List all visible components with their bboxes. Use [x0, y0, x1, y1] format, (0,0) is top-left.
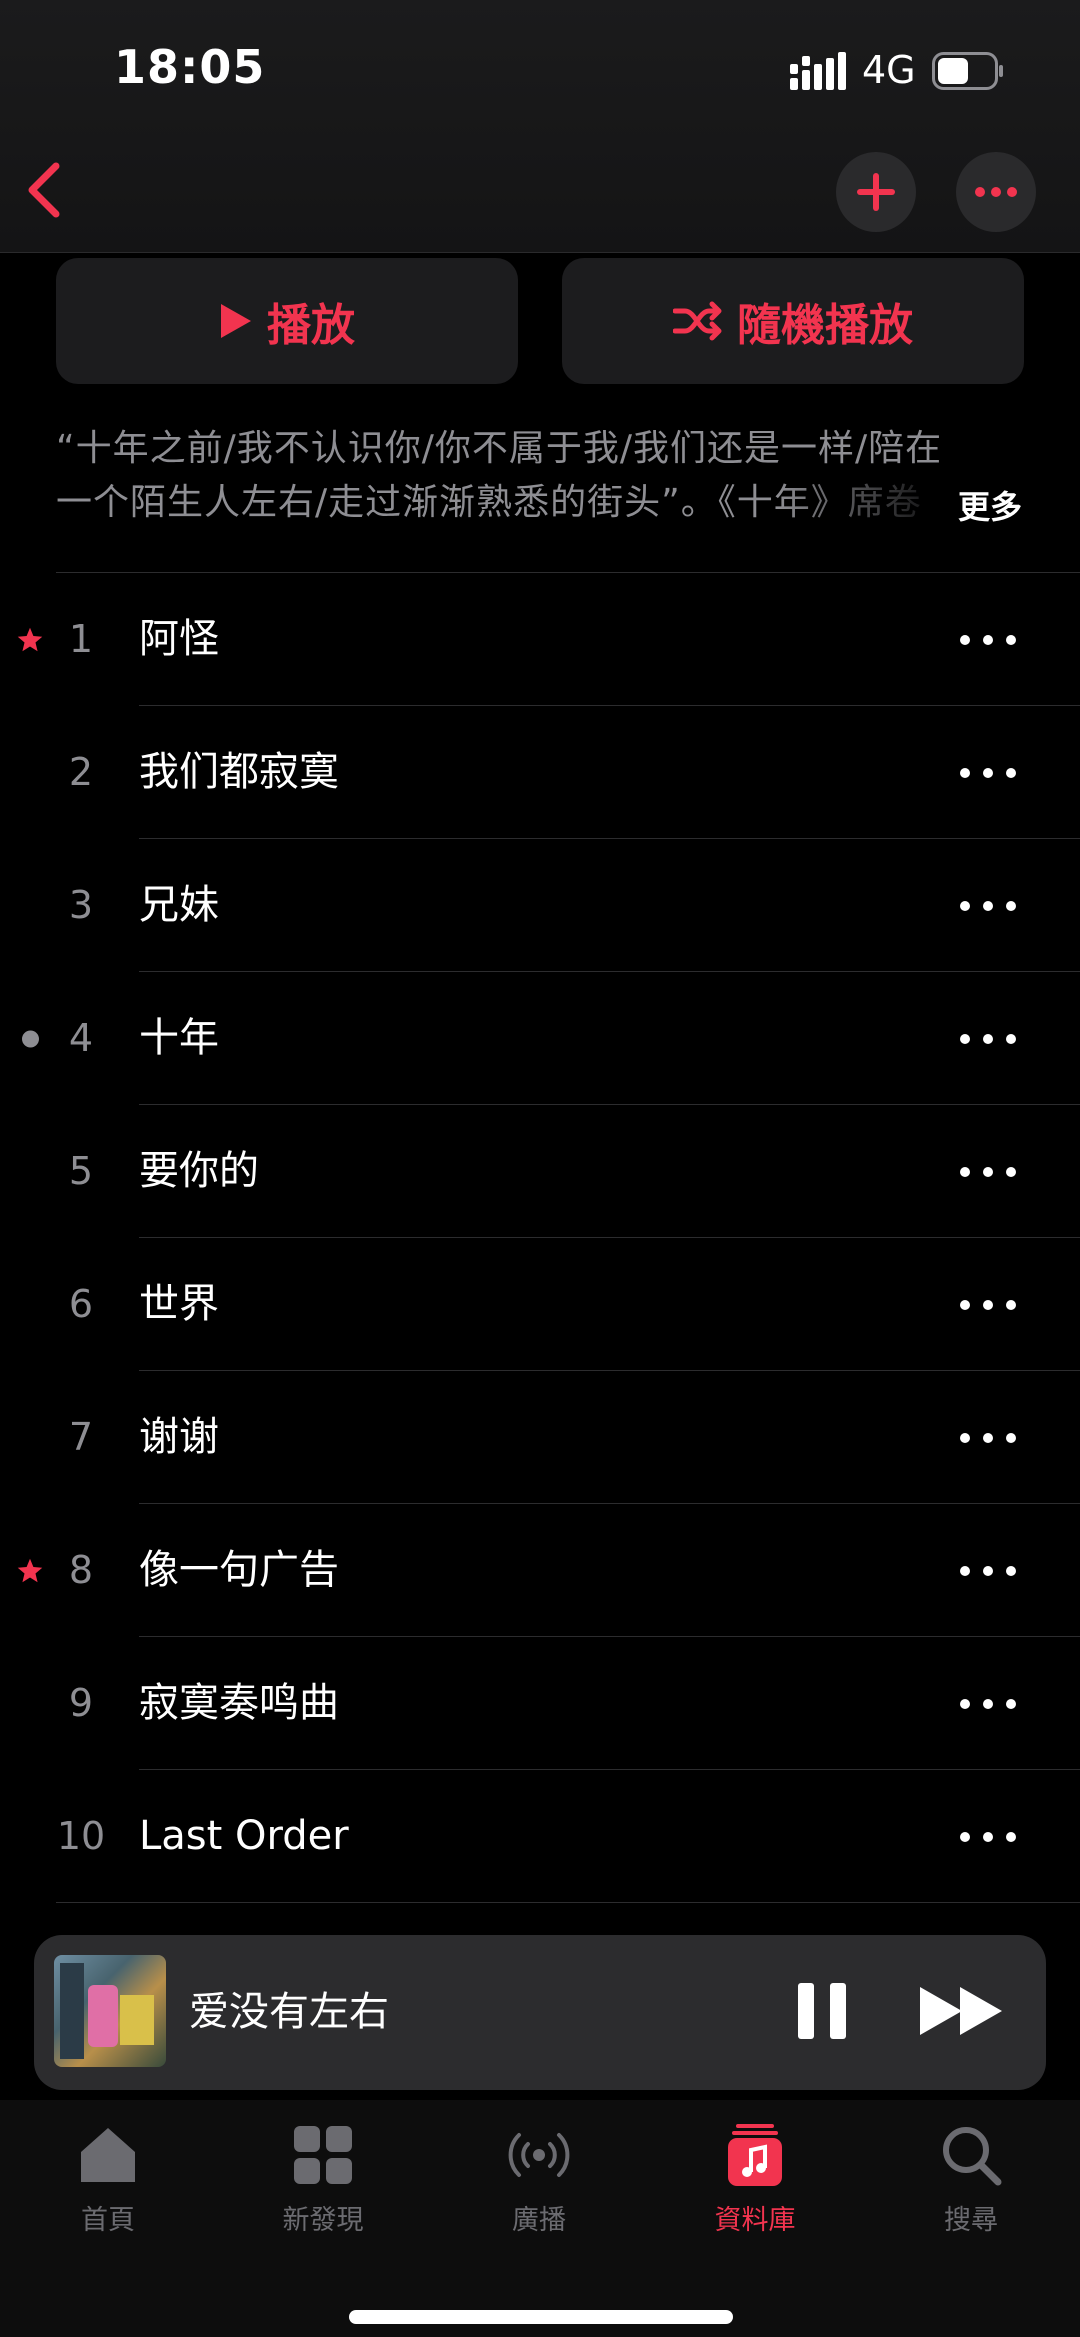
- shuffle-icon: [673, 301, 722, 341]
- radio-icon: [508, 2133, 570, 2177]
- description-line-1: “十年之前/我不认识你/你不属于我/我们还是一样/陪在: [56, 428, 943, 469]
- track-row[interactable]: 2 我们都寂寞: [0, 706, 1080, 839]
- track-title: 要你的: [139, 1148, 259, 1194]
- tab-radio-label: 廣播: [512, 2205, 566, 2236]
- shuffle-button[interactable]: 隨機播放: [562, 258, 1024, 384]
- tab-home-label: 首頁: [81, 2205, 135, 2236]
- more-options-button[interactable]: [956, 152, 1036, 232]
- tab-library-label: 資料庫: [714, 2205, 796, 2236]
- status-time: 18:05: [114, 40, 266, 94]
- track-row[interactable]: 6 世界: [0, 1238, 1080, 1371]
- add-button[interactable]: [836, 152, 916, 232]
- track-number: 10: [56, 1814, 106, 1858]
- track-title: 兄妹: [139, 882, 219, 928]
- tab-bar: 首頁 新發現 廣播 資料庫 搜尋: [0, 2100, 1080, 2337]
- track-more-icon[interactable]: [960, 1285, 1016, 1325]
- album-description: “十年之前/我不认识你/你不属于我/我们还是一样/陪在 一个陌生人左右/走过渐渐…: [56, 422, 1026, 530]
- track-number: 4: [68, 1016, 94, 1060]
- track-row[interactable]: 4 十年: [0, 972, 1080, 1105]
- back-chevron-icon[interactable]: [18, 150, 78, 230]
- downloaded-dot-icon: [22, 1030, 39, 1047]
- favorite-star-icon: [17, 1558, 43, 1582]
- home-indicator: [349, 2310, 733, 2324]
- play-button-label: 播放: [267, 300, 355, 351]
- plus-icon: [857, 173, 895, 211]
- description-line-2: 一个陌生人左右/走过渐渐熟悉的街头”。《十年》席卷: [56, 482, 922, 523]
- track-number: 7: [68, 1415, 94, 1459]
- track-more-icon[interactable]: [960, 620, 1016, 660]
- play-button[interactable]: 播放: [56, 258, 518, 384]
- cellular-signal-icon: [790, 52, 846, 90]
- track-more-icon[interactable]: [960, 1551, 1016, 1591]
- track-number: 3: [68, 883, 94, 927]
- play-icon: [221, 304, 251, 338]
- track-row[interactable]: 7 谢谢: [0, 1371, 1080, 1504]
- track-row[interactable]: 3 兄妹: [0, 839, 1080, 972]
- track-number: 2: [68, 750, 94, 794]
- tab-radio[interactable]: 廣播: [459, 2120, 619, 2250]
- battery-icon: [932, 52, 1003, 90]
- favorite-star-icon: [17, 627, 43, 651]
- search-icon: [943, 2127, 1002, 2186]
- track-row[interactable]: 9 寂寞奏鸣曲: [0, 1637, 1080, 1770]
- tab-library[interactable]: 資料庫: [675, 2120, 835, 2250]
- track-title: 像一句广告: [139, 1547, 339, 1593]
- track-more-icon[interactable]: [960, 1418, 1016, 1458]
- track-title: 谢谢: [139, 1414, 219, 1460]
- tab-browse[interactable]: 新發現: [243, 2120, 403, 2250]
- track-number: 8: [68, 1548, 94, 1592]
- top-header: 18:05 4G: [0, 0, 1080, 253]
- tab-browse-label: 新發現: [282, 2205, 364, 2236]
- album-artwork[interactable]: [54, 1955, 166, 2067]
- track-row[interactable]: 1 阿怪: [0, 573, 1080, 706]
- track-more-icon[interactable]: [960, 1152, 1016, 1192]
- track-row[interactable]: 8 像一句广告: [0, 1504, 1080, 1637]
- track-title: 阿怪: [139, 616, 219, 662]
- tab-home[interactable]: 首頁: [28, 2120, 188, 2250]
- track-title: 寂寞奏鸣曲: [139, 1680, 339, 1726]
- tab-search-label: 搜尋: [944, 2205, 998, 2236]
- library-icon: [728, 2124, 782, 2186]
- track-more-icon[interactable]: [960, 886, 1016, 926]
- track-number: 9: [68, 1681, 94, 1725]
- track-more-icon[interactable]: [960, 1019, 1016, 1059]
- network-type: 4G: [862, 48, 916, 92]
- track-title: 十年: [139, 1015, 219, 1061]
- track-more-icon[interactable]: [960, 1817, 1016, 1857]
- track-number: 6: [68, 1282, 94, 1326]
- grid-icon: [294, 2126, 352, 2184]
- fast-forward-icon[interactable]: [918, 1985, 1004, 2037]
- home-icon: [81, 2128, 135, 2182]
- track-row[interactable]: 10 Last Order: [0, 1770, 1080, 1903]
- track-row[interactable]: 5 要你的: [0, 1105, 1080, 1238]
- description-more-link[interactable]: 更多: [958, 482, 1022, 528]
- pause-icon[interactable]: [794, 1981, 850, 2041]
- ellipsis-icon: [975, 187, 1017, 197]
- track-more-icon[interactable]: [960, 753, 1016, 793]
- tab-search[interactable]: 搜尋: [891, 2120, 1051, 2250]
- track-divider: [56, 1902, 1080, 1903]
- shuffle-button-label: 隨機播放: [737, 300, 913, 351]
- track-title: 我们都寂寞: [139, 749, 339, 795]
- now-playing-title: 爱没有左右: [189, 1989, 389, 2035]
- track-more-icon[interactable]: [960, 1684, 1016, 1724]
- mini-player[interactable]: 爱没有左右: [34, 1935, 1046, 2090]
- track-number: 5: [68, 1149, 94, 1193]
- track-number: 1: [68, 617, 94, 661]
- track-title: 世界: [139, 1281, 219, 1327]
- track-title: Last Order: [139, 1813, 349, 1859]
